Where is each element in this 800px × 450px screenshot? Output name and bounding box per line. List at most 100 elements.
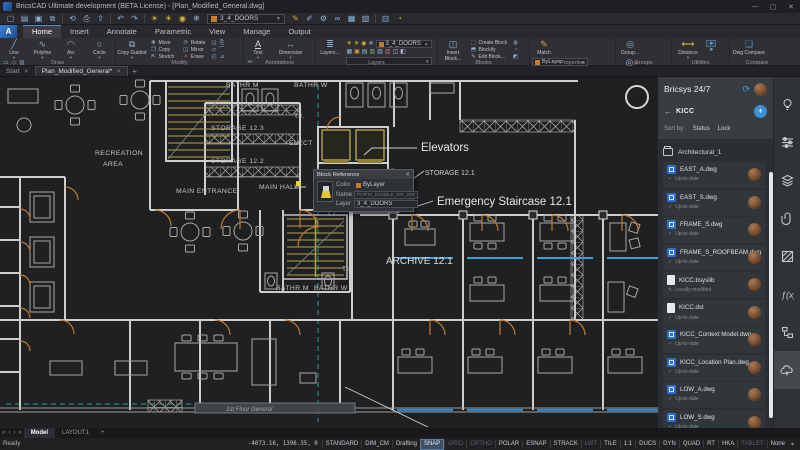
- file-row[interactable]: FRAME_S_ROOFBEAM.dwg ✓ Up-to-date: [663, 244, 765, 271]
- color-value-dropdown[interactable]: ByLayer: [354, 181, 418, 189]
- move-button[interactable]: ✥ Move: [150, 40, 174, 46]
- file-row[interactable]: LOW_S.dwg ✓ Up-to-date: [663, 409, 765, 428]
- layer-dropdown[interactable]: 3_4_DOORS ▼: [375, 40, 432, 48]
- layer-on-icon[interactable]: ☀: [148, 14, 161, 24]
- create-block-button[interactable]: ⬚ Create Block: [470, 40, 507, 46]
- match-button[interactable]: ✎ Match: [532, 39, 556, 57]
- recent-icon[interactable]: ◔: [393, 14, 406, 24]
- settings-icon[interactable]: ⚙: [317, 14, 330, 24]
- toggle-esnap[interactable]: ESNAP: [522, 439, 549, 449]
- file-row[interactable]: KICC_Location Plan.dwg ✓ Up-to-date: [663, 354, 765, 381]
- insert-block-button[interactable]: ◫ Insert Block...: [440, 39, 466, 63]
- image-attach-icon[interactable]: ▧: [359, 14, 372, 24]
- workspace-icon[interactable]: ⟲: [66, 14, 79, 24]
- properties-sliders-icon[interactable]: [774, 123, 800, 161]
- file-row[interactable]: KICC.bsyslib ✎ Locally modified: [663, 272, 765, 298]
- save-all-icon[interactable]: ⧉: [46, 14, 59, 24]
- tab-home[interactable]: Home: [23, 25, 62, 38]
- polyline-button[interactable]: ∿ Polyline ▼: [30, 39, 54, 60]
- redo-icon[interactable]: ↷: [128, 14, 141, 24]
- user-avatar[interactable]: [754, 82, 767, 96]
- annotation-scale-selector[interactable]: None: [766, 439, 788, 449]
- toggle-scale[interactable]: 1:1: [619, 439, 635, 449]
- toggle-quad[interactable]: QUAD: [678, 439, 703, 449]
- file-row[interactable]: FRAME_S.dwg ✓ Up-to-date: [663, 217, 765, 243]
- toggle-workspace[interactable]: Drafting: [391, 439, 420, 449]
- fx-fields-icon[interactable]: ƒ(x): [774, 275, 800, 313]
- toggle-tile[interactable]: TILE: [600, 439, 620, 449]
- copy-button[interactable]: ❐ Copy: [150, 47, 174, 53]
- blockify-button[interactable]: ⬒ Blockify: [470, 47, 507, 53]
- close-icon[interactable]: ✕: [24, 68, 29, 75]
- new-file-icon[interactable]: ▢: [4, 14, 17, 24]
- undo-icon[interactable]: ↶: [114, 14, 127, 24]
- layers-button[interactable]: ≣ Layers...: [318, 39, 342, 57]
- file-row[interactable]: EAST_S.dwg ✓ Up-to-date: [663, 189, 765, 216]
- close-icon[interactable]: ✕: [405, 172, 410, 178]
- layer-state-icons[interactable]: ☀ ☀ ◉ ❄ 3_4_DOORS ▼: [346, 40, 434, 48]
- rotate-button[interactable]: ⟳ Rotate: [183, 40, 205, 46]
- tab-parametric[interactable]: Parametric: [146, 25, 200, 38]
- close-icon[interactable]: ✕: [116, 68, 121, 75]
- toggle-polar[interactable]: POLAR: [494, 439, 522, 449]
- application-menu-button[interactable]: A: [0, 25, 17, 38]
- toggle-rt[interactable]: RT: [703, 439, 718, 449]
- refresh-icon[interactable]: ⟳: [742, 84, 750, 95]
- attachments-icon[interactable]: [774, 199, 800, 237]
- add-file-button[interactable]: +: [754, 104, 767, 118]
- tab-manage[interactable]: Manage: [234, 25, 279, 38]
- model-tab[interactable]: Model: [23, 428, 56, 438]
- structure-icon[interactable]: [774, 313, 800, 351]
- save-icon[interactable]: ▣: [32, 14, 45, 24]
- tab-view[interactable]: View: [200, 25, 234, 38]
- layer-thaw-icon[interactable]: ☀: [162, 14, 175, 24]
- folder-item[interactable]: Architectural_1: [663, 142, 765, 162]
- toggle-snap[interactable]: SNAP: [419, 438, 445, 450]
- add-layout-button[interactable]: +: [96, 428, 110, 438]
- file-row[interactable]: LOW_A.dwg ✓ Up-to-date: [663, 382, 765, 408]
- dimension-button[interactable]: ↔ Dimension ▼: [274, 39, 306, 60]
- file-row[interactable]: EAST_A.dwg ✓ Up-to-date: [663, 162, 765, 188]
- prev-layout-button[interactable]: ‹: [8, 430, 10, 436]
- toggle-hka[interactable]: HKA: [718, 439, 737, 449]
- text-button[interactable]: A Text ▼: [246, 39, 270, 60]
- tab-annotate[interactable]: Annotate: [98, 25, 146, 38]
- toggle-dyn[interactable]: DYN: [659, 439, 679, 449]
- block-name-field[interactable]: PORTA_DOUBLE_INT_20R: [354, 190, 418, 199]
- circle-button[interactable]: ○ Circle ▼: [87, 39, 111, 60]
- first-layout-button[interactable]: «: [2, 430, 5, 436]
- copy-guided-button[interactable]: ⧉ Copy Guided ▼: [117, 39, 146, 60]
- toggle-strack[interactable]: STRACK: [549, 439, 581, 449]
- new-document-tab-button[interactable]: +: [128, 66, 141, 76]
- toggle-lwt[interactable]: LWT: [580, 439, 600, 449]
- distance-button[interactable]: ⟷ Distance ▼: [674, 39, 702, 60]
- edit-entity-icon[interactable]: ✐: [303, 14, 316, 24]
- tab-output[interactable]: Output: [279, 25, 320, 38]
- hatch-pattern-icon[interactable]: [774, 237, 800, 275]
- sort-status-option[interactable]: Status: [693, 126, 710, 132]
- toggle-ducs[interactable]: DUCS: [635, 439, 659, 449]
- table-icon[interactable]: ▦: [345, 14, 358, 24]
- block-layer-field[interactable]: 3_4_DOORS: [354, 200, 418, 208]
- toggle-standard[interactable]: STANDARD: [321, 439, 362, 449]
- utilities-extra-tools[interactable]: ➤ ➤: [706, 39, 717, 54]
- minimize-button[interactable]: —: [746, 3, 764, 11]
- next-layout-button[interactable]: ›: [13, 430, 15, 436]
- toggle-ortho[interactable]: ORTHO: [466, 439, 495, 449]
- blocks-extra-tools[interactable]: ◍ ◔ ◩: [512, 39, 520, 61]
- dwg-compare-button[interactable]: ❏ Dwg Compare: [732, 39, 766, 57]
- modify-extra-tools[interactable]: ◲ ⎘ ▱ ⌒ ◰ ⊿: [210, 39, 226, 61]
- publish-icon[interactable]: ⇪: [94, 14, 107, 24]
- file-row[interactable]: KICC_Context Model.dwg ✓ Up-to-date: [663, 327, 765, 353]
- mirror-button[interactable]: ◫ Mirror: [183, 47, 206, 53]
- last-layout-button[interactable]: »: [18, 430, 21, 436]
- bricsys-247-cloud-icon[interactable]: [773, 351, 800, 389]
- arc-button[interactable]: ◠ Arc ▼: [59, 39, 83, 60]
- current-layer-dropdown[interactable]: 3_4_DOORS ▼: [207, 13, 285, 24]
- tab-plan-modified-general[interactable]: Plan_Modified_General* ✕: [34, 66, 129, 76]
- maximize-button[interactable]: ▢: [764, 3, 782, 11]
- open-file-icon[interactable]: ▤: [18, 14, 31, 24]
- back-icon[interactable]: ←: [664, 107, 672, 116]
- status-menu-caret[interactable]: ▾: [788, 441, 797, 448]
- chain-icon[interactable]: ∞: [331, 14, 344, 24]
